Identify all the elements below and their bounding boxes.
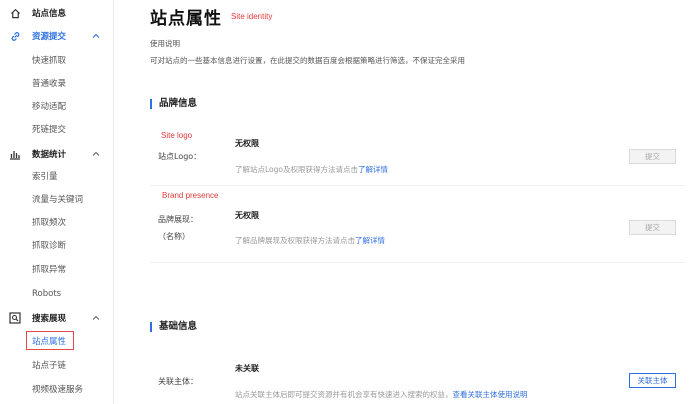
site-logo-label: 站点Logo：: [158, 152, 202, 161]
brand-presence-hint: 了解品牌展现及权限获得方法请点击了解详情: [235, 235, 385, 246]
sidebar-item-robots[interactable]: Robots: [0, 284, 114, 304]
related-entity-button[interactable]: 关联主体: [629, 373, 676, 388]
chevron-up-icon[interactable]: [91, 313, 101, 323]
site-logo-details-link[interactable]: 了解详情: [358, 165, 388, 174]
home-icon: [9, 7, 21, 19]
sidebar-group-label: 搜索展现: [32, 314, 67, 324]
sidebar-group-search-display[interactable]: 搜索展现: [0, 308, 114, 328]
hint-text: 站点关联主体后即可提交资源并有机会享有快速进入搜索的权益，: [235, 390, 453, 399]
sidebar-item-label: 死链提交: [32, 125, 67, 135]
title-annotation: Site identity: [231, 12, 273, 21]
related-entity-guide-link[interactable]: 查看关联主体使用说明: [453, 390, 528, 399]
chevron-up-icon[interactable]: [91, 31, 101, 41]
usage-instructions-heading: 使用说明: [150, 39, 180, 48]
sidebar-group-data-stats[interactable]: 数据统计: [0, 144, 114, 164]
sidebar-item-label: 普通收录: [32, 79, 67, 89]
sidebar-item-site-properties[interactable]: 站点属性: [0, 331, 114, 351]
brand-presence-sublabel: （名称）: [158, 232, 190, 241]
sidebar-item-traffic-keywords[interactable]: 流量与关键词: [0, 189, 114, 209]
logo-annotation: Site logo: [161, 131, 193, 140]
hint-text: 了解品牌展现及权限获得方法请点击: [235, 236, 355, 245]
brand-presence-submit-button[interactable]: 提交: [629, 220, 676, 235]
sidebar-item-site-sublinks[interactable]: 站点子链: [0, 355, 114, 375]
sidebar-item-label: 流量与关键词: [32, 195, 84, 205]
section-title-brand: 品牌信息: [150, 99, 197, 109]
sidebar-item-quick-crawl[interactable]: 快速抓取: [0, 50, 114, 70]
related-entity-label: 关联主体：: [158, 377, 198, 386]
main-content: 站点属性 Site identity 使用说明 可对站点的一些基本信息进行设置，…: [114, 0, 692, 404]
sidebar-item-crawl-errors[interactable]: 抓取异常: [0, 259, 114, 279]
sidebar-item-label: 抓取诊断: [32, 241, 67, 251]
sidebar-item-label: 抓取异常: [32, 265, 67, 275]
page-title: 站点属性: [150, 9, 222, 29]
site-logo-status: 无权限: [235, 139, 259, 148]
brand-presence-status: 无权限: [235, 211, 259, 220]
sidebar-item-normal-index[interactable]: 普通收录: [0, 73, 114, 93]
sidebar-item-label: Robots: [32, 289, 62, 299]
sidebar-item-label: 抓取频次: [32, 218, 67, 228]
site-logo-submit-button[interactable]: 提交: [629, 149, 676, 164]
sidebar-item-label: 移动适配: [32, 102, 67, 112]
sidebar-item-crawl-diagnosis[interactable]: 抓取诊断: [0, 235, 114, 255]
related-entity-hint: 站点关联主体后即可提交资源并有机会享有快速进入搜索的权益，查看关联主体使用说明: [235, 389, 528, 400]
link-icon: [9, 30, 21, 42]
sidebar-item-label: 站点子链: [32, 361, 67, 371]
sidebar-group-resource-submit[interactable]: 资源提交: [0, 26, 114, 46]
sidebar-item-label: 视频极速服务: [32, 385, 84, 395]
sidebar-item-mobile-adapt[interactable]: 移动适配: [0, 96, 114, 116]
brand-presence-annotation: Brand presence: [162, 191, 219, 200]
sidebar-item-label: 站点属性: [32, 337, 67, 347]
sidebar-item-index-volume[interactable]: 索引量: [0, 166, 114, 186]
sidebar-group-label: 数据统计: [32, 150, 67, 160]
hint-text: 了解站点Logo及权限获得方法请点击: [235, 165, 358, 174]
sidebar: 站点信息 资源提交 快速抓取 普通收录 移动适配 死链提交 数据统计 索引量 流…: [0, 0, 114, 404]
divider: [150, 262, 686, 263]
sidebar-item-label: 快速抓取: [32, 56, 67, 66]
sidebar-item-label: 索引量: [32, 172, 58, 182]
sidebar-item-dead-link[interactable]: 死链提交: [0, 119, 114, 139]
usage-instructions-text: 可对站点的一些基本信息进行设置，在此提交的数据百度会根据策略进行筛选，不保证完全…: [150, 56, 465, 65]
bar-chart-icon: [9, 148, 21, 160]
brand-presence-details-link[interactable]: 了解详情: [355, 236, 385, 245]
search-display-icon: [9, 312, 21, 324]
site-logo-hint: 了解站点Logo及权限获得方法请点击了解详情: [235, 164, 388, 175]
chevron-up-icon[interactable]: [91, 149, 101, 159]
sidebar-item-crawl-frequency[interactable]: 抓取频次: [0, 212, 114, 232]
section-title-basic: 基础信息: [150, 322, 197, 332]
sidebar-group-label: 站点信息: [32, 9, 67, 19]
sidebar-item-video-speed-service[interactable]: 视频极速服务: [0, 379, 114, 399]
related-entity-status: 未关联: [235, 364, 259, 373]
divider: [150, 185, 686, 186]
sidebar-group-label: 资源提交: [32, 32, 67, 42]
sidebar-group-site-info[interactable]: 站点信息: [0, 3, 114, 23]
brand-presence-label: 品牌展现：: [158, 215, 198, 224]
